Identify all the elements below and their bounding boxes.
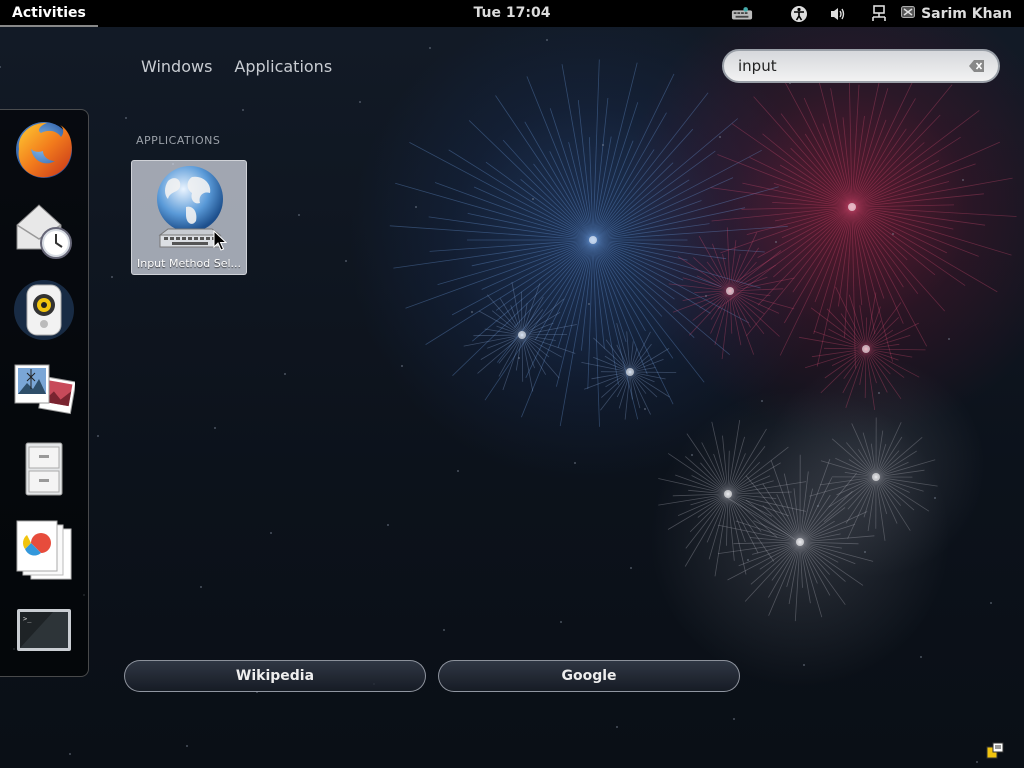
svg-text:>_: >_ [23, 615, 32, 623]
dash-item-evolution[interactable] [12, 200, 76, 264]
view-selector: Windows Applications [141, 57, 332, 77]
terminal-icon: >_ [13, 599, 75, 665]
dash-item-terminal[interactable]: >_ [12, 600, 76, 664]
network-icon[interactable] [868, 4, 890, 23]
app-result-label: Input Method Sel... [136, 257, 242, 270]
rhythmbox-icon [13, 279, 75, 345]
dash-item-files[interactable] [12, 440, 76, 504]
dash: >_ [0, 109, 89, 677]
firefox-icon [13, 119, 75, 185]
dash-item-firefox[interactable] [12, 120, 76, 184]
mouse-pointer-icon [213, 229, 228, 256]
activities-button[interactable]: Activities [0, 0, 98, 27]
message-tray-icon[interactable] [986, 742, 1004, 760]
keyboard-icon[interactable] [731, 4, 753, 23]
search-input[interactable] [738, 52, 968, 80]
results-section-heading: APPLICATIONS [136, 134, 221, 147]
file-cabinet-icon [13, 439, 75, 505]
search-box[interactable] [722, 49, 1000, 83]
user-menu[interactable]: Sarim Khan [901, 0, 1012, 27]
tab-windows[interactable]: Windows [141, 57, 212, 77]
search-google-button[interactable]: Google [438, 660, 740, 692]
user-name: Sarim Khan [921, 5, 1012, 22]
shotwell-photos-icon [13, 359, 77, 425]
clock-label[interactable]: Tue 17:04 [474, 5, 551, 21]
volume-icon[interactable] [827, 4, 849, 23]
search-wikipedia-button[interactable]: Wikipedia [124, 660, 426, 692]
user-status-icon [901, 5, 916, 22]
tab-applications[interactable]: Applications [234, 57, 332, 77]
office-documents-icon [13, 519, 75, 585]
dash-item-shotwell[interactable] [12, 359, 77, 425]
top-panel: Activities Tue 17:04 Sarim Khan [0, 0, 1024, 27]
clear-search-icon[interactable] [968, 59, 986, 73]
dash-item-rhythmbox[interactable] [12, 280, 76, 344]
app-result-input-method-selector[interactable]: Input Method Sel... [131, 160, 247, 275]
dash-item-office[interactable] [12, 520, 76, 584]
accessibility-icon[interactable] [788, 4, 810, 23]
evolution-mail-icon [13, 199, 75, 265]
